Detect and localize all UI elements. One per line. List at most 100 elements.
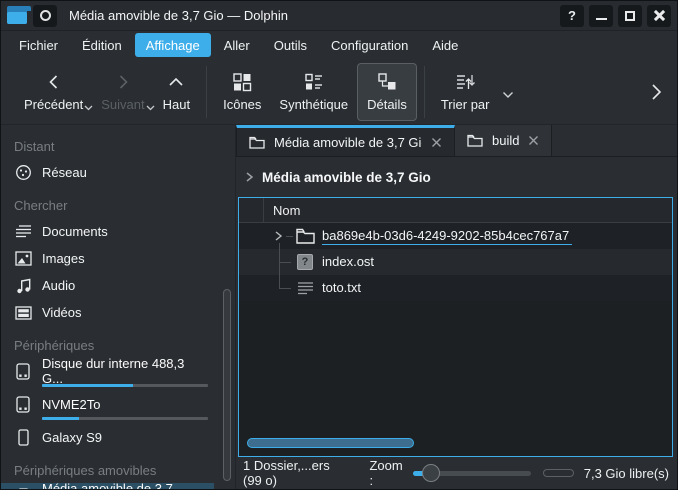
toolbar-separator xyxy=(424,66,425,118)
chevron-right-icon xyxy=(113,71,133,93)
dolphin-window: Média amovible de 3,7 Gio — Dolphin ? Fi… xyxy=(0,0,678,490)
sidebar-item-disque-dur[interactable]: Disque dur interne 488,3 G... xyxy=(1,358,214,391)
menu-fichier[interactable]: Fichier xyxy=(8,33,69,57)
menu-affichage[interactable]: Affichage xyxy=(135,33,211,57)
minimize-icon xyxy=(596,18,607,20)
text-file-icon xyxy=(295,279,315,297)
circle-icon xyxy=(40,10,51,21)
sort-icon xyxy=(454,71,476,93)
icons-view-button[interactable]: Icônes xyxy=(214,63,270,121)
toolbar: Précédent Suivant Haut xyxy=(1,59,677,125)
column-header-nom[interactable]: Nom xyxy=(264,203,300,218)
icons-view-icon xyxy=(231,71,253,93)
file-row-index-ost[interactable]: ? index.ost xyxy=(239,249,672,275)
zoom-slider-handle[interactable] xyxy=(422,464,440,482)
folder-app-icon xyxy=(7,8,27,24)
column-gutter xyxy=(239,198,264,222)
places-panel: Distant Réseau Chercher xyxy=(1,125,236,489)
compact-view-icon xyxy=(303,71,325,93)
menu-aide[interactable]: Aide xyxy=(421,33,469,57)
unknown-file-icon: ? xyxy=(295,253,315,271)
sidebar-item-documents[interactable]: Documents xyxy=(1,218,214,245)
zoom-label: Zoom : xyxy=(369,458,404,488)
tree-line xyxy=(279,243,280,288)
hard-drive-icon xyxy=(14,396,32,413)
maximize-icon xyxy=(625,11,635,21)
back-button[interactable]: Précédent xyxy=(15,63,92,121)
document-icon xyxy=(14,224,32,239)
sidebar-item-audio[interactable]: Audio xyxy=(1,272,214,299)
help-icon: ? xyxy=(568,8,576,23)
up-button[interactable]: Haut xyxy=(154,63,199,121)
sidebar-item-media-amovible[interactable]: Média amovible de 3,7 ... xyxy=(1,483,214,490)
sidebar-item-reseau[interactable]: Réseau xyxy=(1,159,214,186)
sidebar-scrollbar[interactable] xyxy=(223,289,231,481)
compact-view-button[interactable]: Synthétique xyxy=(270,63,357,121)
folder-icon xyxy=(295,227,315,245)
window-title: Média amovible de 3,7 Gio — Dolphin xyxy=(69,8,554,23)
section-header-peripheriques: Périphériques xyxy=(1,332,235,358)
window-controls: ? xyxy=(560,5,671,27)
menu-aller[interactable]: Aller xyxy=(213,33,261,57)
tab-build[interactable]: build xyxy=(455,125,552,156)
details-view-button[interactable]: Détails xyxy=(357,63,417,121)
breadcrumb: Média amovible de 3,7 Gio xyxy=(236,157,677,197)
capacity-bar xyxy=(42,384,208,387)
phone-icon xyxy=(14,429,32,446)
file-rows: ba869e4b-03d6-4249-9202-85b4cec767a7 ? i… xyxy=(239,223,672,301)
image-icon xyxy=(14,251,32,266)
tab-close-icon[interactable] xyxy=(431,137,442,148)
tabbar: Média amovible de 3,7 Gio build xyxy=(236,125,677,157)
section-header-peripheriques-amovibles: Périphériques amovibles xyxy=(1,457,235,483)
file-row-toto-txt[interactable]: toto.txt xyxy=(239,275,672,301)
details-view-icon xyxy=(376,71,398,93)
statusbar: 1 Dossier,...ers (99 o) Zoom : 7,3 Gio l… xyxy=(236,457,677,489)
menu-outils[interactable]: Outils xyxy=(263,33,318,57)
tree-line xyxy=(279,262,291,263)
titlebar: Média amovible de 3,7 Gio — Dolphin ? xyxy=(1,1,677,31)
sidebar-item-images[interactable]: Images xyxy=(1,245,214,272)
column-header-row: Nom xyxy=(239,198,672,223)
section-header-distant: Distant xyxy=(1,133,235,159)
window-menu-button[interactable] xyxy=(33,5,57,27)
zoom-slider[interactable] xyxy=(413,463,531,483)
menu-edition[interactable]: Édition xyxy=(71,33,133,57)
sidebar-item-videos[interactable]: Vidéos xyxy=(1,299,214,326)
menu-configuration[interactable]: Configuration xyxy=(320,33,419,57)
sort-by-button[interactable]: Trier par xyxy=(432,63,499,121)
audio-icon xyxy=(14,278,32,294)
free-space-bar xyxy=(543,469,574,477)
sidebar-item-galaxy-s9[interactable]: Galaxy S9 xyxy=(1,424,214,451)
chevron-down-icon[interactable] xyxy=(502,91,514,99)
close-button[interactable] xyxy=(647,5,671,27)
chevron-up-icon xyxy=(166,71,186,93)
hard-drive-icon xyxy=(14,363,32,380)
horizontal-scrollbar[interactable] xyxy=(247,438,414,448)
section-header-chercher: Chercher xyxy=(1,192,235,218)
video-icon xyxy=(14,306,32,320)
main-panel: Média amovible de 3,7 Gio build xyxy=(236,125,677,489)
tab-media-amovible[interactable]: Média amovible de 3,7 Gio xyxy=(236,125,455,156)
expander-icon[interactable] xyxy=(273,230,283,242)
file-view: Nom ba869e4b-03d6-4249-9202-85b4cec767a7 xyxy=(238,197,673,457)
maximize-button[interactable] xyxy=(618,5,642,27)
close-icon xyxy=(654,10,665,21)
forward-button[interactable]: Suivant xyxy=(92,63,153,121)
help-button[interactable]: ? xyxy=(560,5,584,27)
toolbar-separator xyxy=(206,66,207,118)
breadcrumb-location[interactable]: Média amovible de 3,7 Gio xyxy=(262,170,431,185)
tree-line xyxy=(286,236,293,237)
toolbar-overflow-button[interactable] xyxy=(649,83,663,101)
file-row-folder[interactable]: ba869e4b-03d6-4249-9202-85b4cec767a7 xyxy=(239,223,672,249)
sidebar-item-nvme2to[interactable]: NVME2To xyxy=(1,391,214,424)
chevron-right-icon[interactable] xyxy=(244,171,254,183)
menubar: Fichier Édition Affichage Aller Outils C… xyxy=(1,31,677,59)
folder-icon xyxy=(467,134,483,147)
tab-close-icon[interactable] xyxy=(528,135,539,146)
chevron-left-icon xyxy=(44,71,64,93)
folder-icon xyxy=(249,136,265,149)
items-summary: 1 Dossier,...ers (99 o) xyxy=(243,458,351,488)
minimize-button[interactable] xyxy=(589,5,613,27)
network-icon xyxy=(14,164,32,181)
capacity-bar xyxy=(42,417,208,420)
